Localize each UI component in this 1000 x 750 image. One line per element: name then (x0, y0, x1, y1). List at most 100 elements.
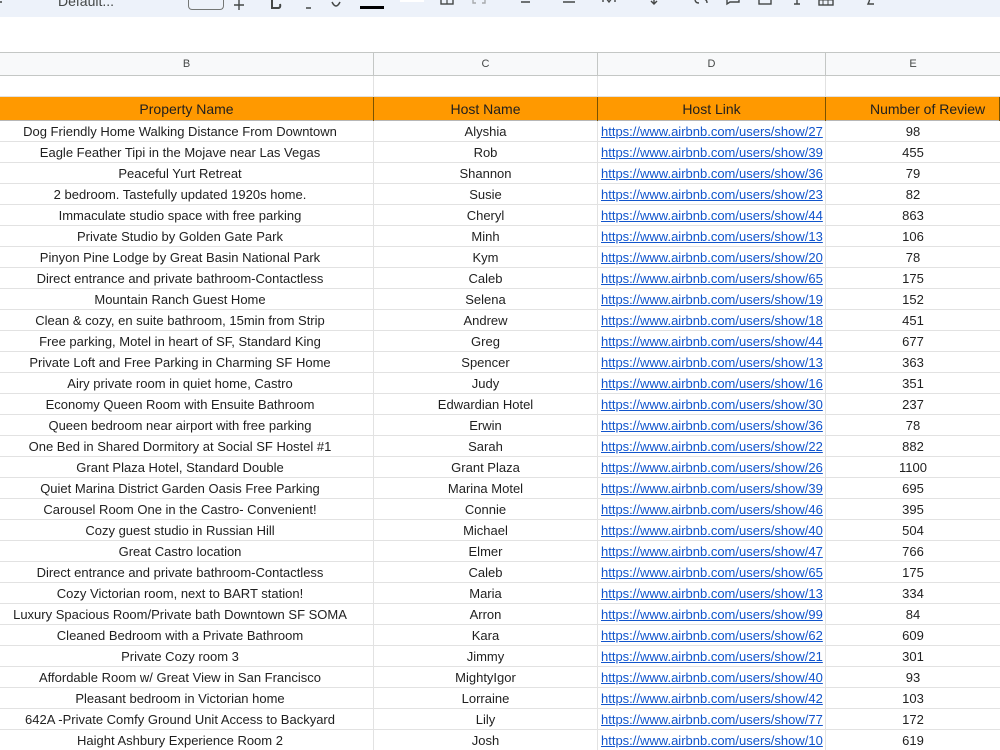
comment-icon[interactable] (726, 0, 740, 10)
sigma-icon[interactable] (864, 0, 878, 10)
review-count-cell[interactable]: 766 (826, 541, 1000, 562)
host-link-cell[interactable]: https://www.airbnb.com/users/show/23 (598, 184, 826, 205)
header-host-link[interactable]: Host Link (598, 97, 826, 121)
cell[interactable] (826, 76, 1000, 97)
host-name-cell[interactable]: Caleb (374, 268, 598, 289)
column-header-b[interactable]: B (0, 53, 374, 76)
cell[interactable] (0, 76, 374, 97)
host-name-cell[interactable]: Jimmy (374, 646, 598, 667)
review-count-cell[interactable]: 152 (826, 289, 1000, 310)
property-name-cell[interactable]: Queen bedroom near airport with free par… (0, 415, 374, 436)
review-count-cell[interactable]: 175 (826, 268, 1000, 289)
host-name-cell[interactable]: MightyIgor (374, 667, 598, 688)
strikethrough-icon[interactable] (330, 0, 344, 10)
property-name-cell[interactable]: Private Loft and Free Parking in Charmin… (0, 352, 374, 373)
property-name-cell[interactable]: Private Studio by Golden Gate Park (0, 226, 374, 247)
property-name-cell[interactable]: Carousel Room One in the Castro- Conveni… (0, 499, 374, 520)
property-name-cell[interactable]: Economy Queen Room with Ensuite Bathroom (0, 394, 374, 415)
host-link-cell[interactable]: https://www.airbnb.com/users/show/40 (598, 667, 826, 688)
host-name-cell[interactable]: Susie (374, 184, 598, 205)
host-link-cell[interactable]: https://www.airbnb.com/users/show/42 (598, 688, 826, 709)
property-name-cell[interactable]: Free parking, Motel in heart of SF, Stan… (0, 331, 374, 352)
property-name-cell[interactable]: Pleasant bedroom in Victorian home (0, 688, 374, 709)
fill-color-icon[interactable] (400, 0, 424, 10)
host-link-cell[interactable]: https://www.airbnb.com/users/show/27 (598, 121, 826, 142)
host-link-cell[interactable]: https://www.airbnb.com/users/show/65 (598, 268, 826, 289)
host-link-cell[interactable]: https://www.airbnb.com/users/show/44 (598, 205, 826, 226)
property-name-cell[interactable]: One Bed in Shared Dormitory at Social SF… (0, 436, 374, 457)
review-count-cell[interactable]: 455 (826, 142, 1000, 163)
review-count-cell[interactable]: 82 (826, 184, 1000, 205)
host-link-cell[interactable]: https://www.airbnb.com/users/show/18 (598, 310, 826, 331)
bold-icon[interactable] (270, 0, 284, 10)
host-name-cell[interactable]: Arron (374, 604, 598, 625)
font-size-input[interactable]: 10 (188, 0, 224, 10)
property-name-cell[interactable]: Cleaned Bedroom with a Private Bathroom (0, 625, 374, 646)
host-link-cell[interactable]: https://www.airbnb.com/users/show/26 (598, 457, 826, 478)
host-name-cell[interactable]: Selena (374, 289, 598, 310)
host-link-cell[interactable]: https://www.airbnb.com/users/show/46 (598, 499, 826, 520)
merge-cells-icon[interactable] (472, 0, 486, 10)
review-count-cell[interactable]: 351 (826, 373, 1000, 394)
host-name-cell[interactable]: Elmer (374, 541, 598, 562)
column-header-e[interactable]: E (826, 53, 1000, 76)
host-link-cell[interactable]: https://www.airbnb.com/users/show/40 (598, 520, 826, 541)
host-name-cell[interactable]: Greg (374, 331, 598, 352)
review-count-cell[interactable]: 695 (826, 478, 1000, 499)
property-name-cell[interactable]: Cozy guest studio in Russian Hill (0, 520, 374, 541)
host-link-cell[interactable]: https://www.airbnb.com/users/show/62 (598, 625, 826, 646)
review-count-cell[interactable]: 863 (826, 205, 1000, 226)
host-link-cell[interactable]: https://www.airbnb.com/users/show/21 (598, 646, 826, 667)
review-count-cell[interactable]: 619 (826, 730, 1000, 750)
host-name-cell[interactable]: Josh (374, 730, 598, 750)
filter-icon[interactable] (792, 0, 806, 10)
host-link-cell[interactable]: https://www.airbnb.com/users/show/36 (598, 163, 826, 184)
column-header-d[interactable]: D (598, 53, 826, 76)
host-link-cell[interactable]: https://www.airbnb.com/users/show/39 (598, 142, 826, 163)
review-count-cell[interactable]: 84 (826, 604, 1000, 625)
property-name-cell[interactable]: 642A -Private Comfy Ground Unit Access t… (0, 709, 374, 730)
host-link-cell[interactable]: https://www.airbnb.com/users/show/13 (598, 226, 826, 247)
property-name-cell[interactable]: Airy private room in quiet home, Castro (0, 373, 374, 394)
host-name-cell[interactable]: Connie (374, 499, 598, 520)
host-link-cell[interactable]: https://www.airbnb.com/users/show/99 (598, 604, 826, 625)
property-name-cell[interactable]: Direct entrance and private bathroom-Con… (0, 268, 374, 289)
host-link-cell[interactable]: https://www.airbnb.com/users/show/65 (598, 562, 826, 583)
property-name-cell[interactable]: Immaculate studio space with free parkin… (0, 205, 374, 226)
host-link-cell[interactable]: https://www.airbnb.com/users/show/36 (598, 415, 826, 436)
host-name-cell[interactable]: Kara (374, 625, 598, 646)
property-name-cell[interactable]: Private Cozy room 3 (0, 646, 374, 667)
host-name-cell[interactable]: Andrew (374, 310, 598, 331)
italic-icon[interactable] (302, 0, 316, 10)
review-count-cell[interactable]: 1100 (826, 457, 1000, 478)
chart-icon[interactable] (758, 0, 772, 10)
review-count-cell[interactable]: 172 (826, 709, 1000, 730)
host-link-cell[interactable]: https://www.airbnb.com/users/show/20 (598, 247, 826, 268)
host-name-cell[interactable]: Spencer (374, 352, 598, 373)
review-count-cell[interactable]: 882 (826, 436, 1000, 457)
align-left-icon[interactable] (520, 0, 534, 10)
header-host-name[interactable]: Host Name (374, 97, 598, 121)
host-link-cell[interactable]: https://www.airbnb.com/users/show/47 (598, 541, 826, 562)
host-name-cell[interactable]: Michael (374, 520, 598, 541)
increase-font-size-icon[interactable] (234, 0, 248, 10)
property-name-cell[interactable]: Great Castro location (0, 541, 374, 562)
review-count-cell[interactable]: 237 (826, 394, 1000, 415)
host-name-cell[interactable]: Edwardian Hotel (374, 394, 598, 415)
review-count-cell[interactable]: 451 (826, 310, 1000, 331)
host-link-cell[interactable]: https://www.airbnb.com/users/show/22 (598, 436, 826, 457)
property-name-cell[interactable]: Mountain Ranch Guest Home (0, 289, 374, 310)
review-count-cell[interactable]: 98 (826, 121, 1000, 142)
review-count-cell[interactable]: 78 (826, 415, 1000, 436)
property-name-cell[interactable]: Cozy Victorian room, next to BART statio… (0, 583, 374, 604)
review-count-cell[interactable]: 79 (826, 163, 1000, 184)
host-name-cell[interactable]: Rob (374, 142, 598, 163)
property-name-cell[interactable]: Quiet Marina District Garden Oasis Free … (0, 478, 374, 499)
review-count-cell[interactable]: 363 (826, 352, 1000, 373)
review-count-cell[interactable]: 175 (826, 562, 1000, 583)
host-name-cell[interactable]: Minh (374, 226, 598, 247)
host-name-cell[interactable]: Lily (374, 709, 598, 730)
review-count-cell[interactable]: 93 (826, 667, 1000, 688)
review-count-cell[interactable]: 609 (826, 625, 1000, 646)
property-name-cell[interactable]: Grant Plaza Hotel, Standard Double (0, 457, 374, 478)
